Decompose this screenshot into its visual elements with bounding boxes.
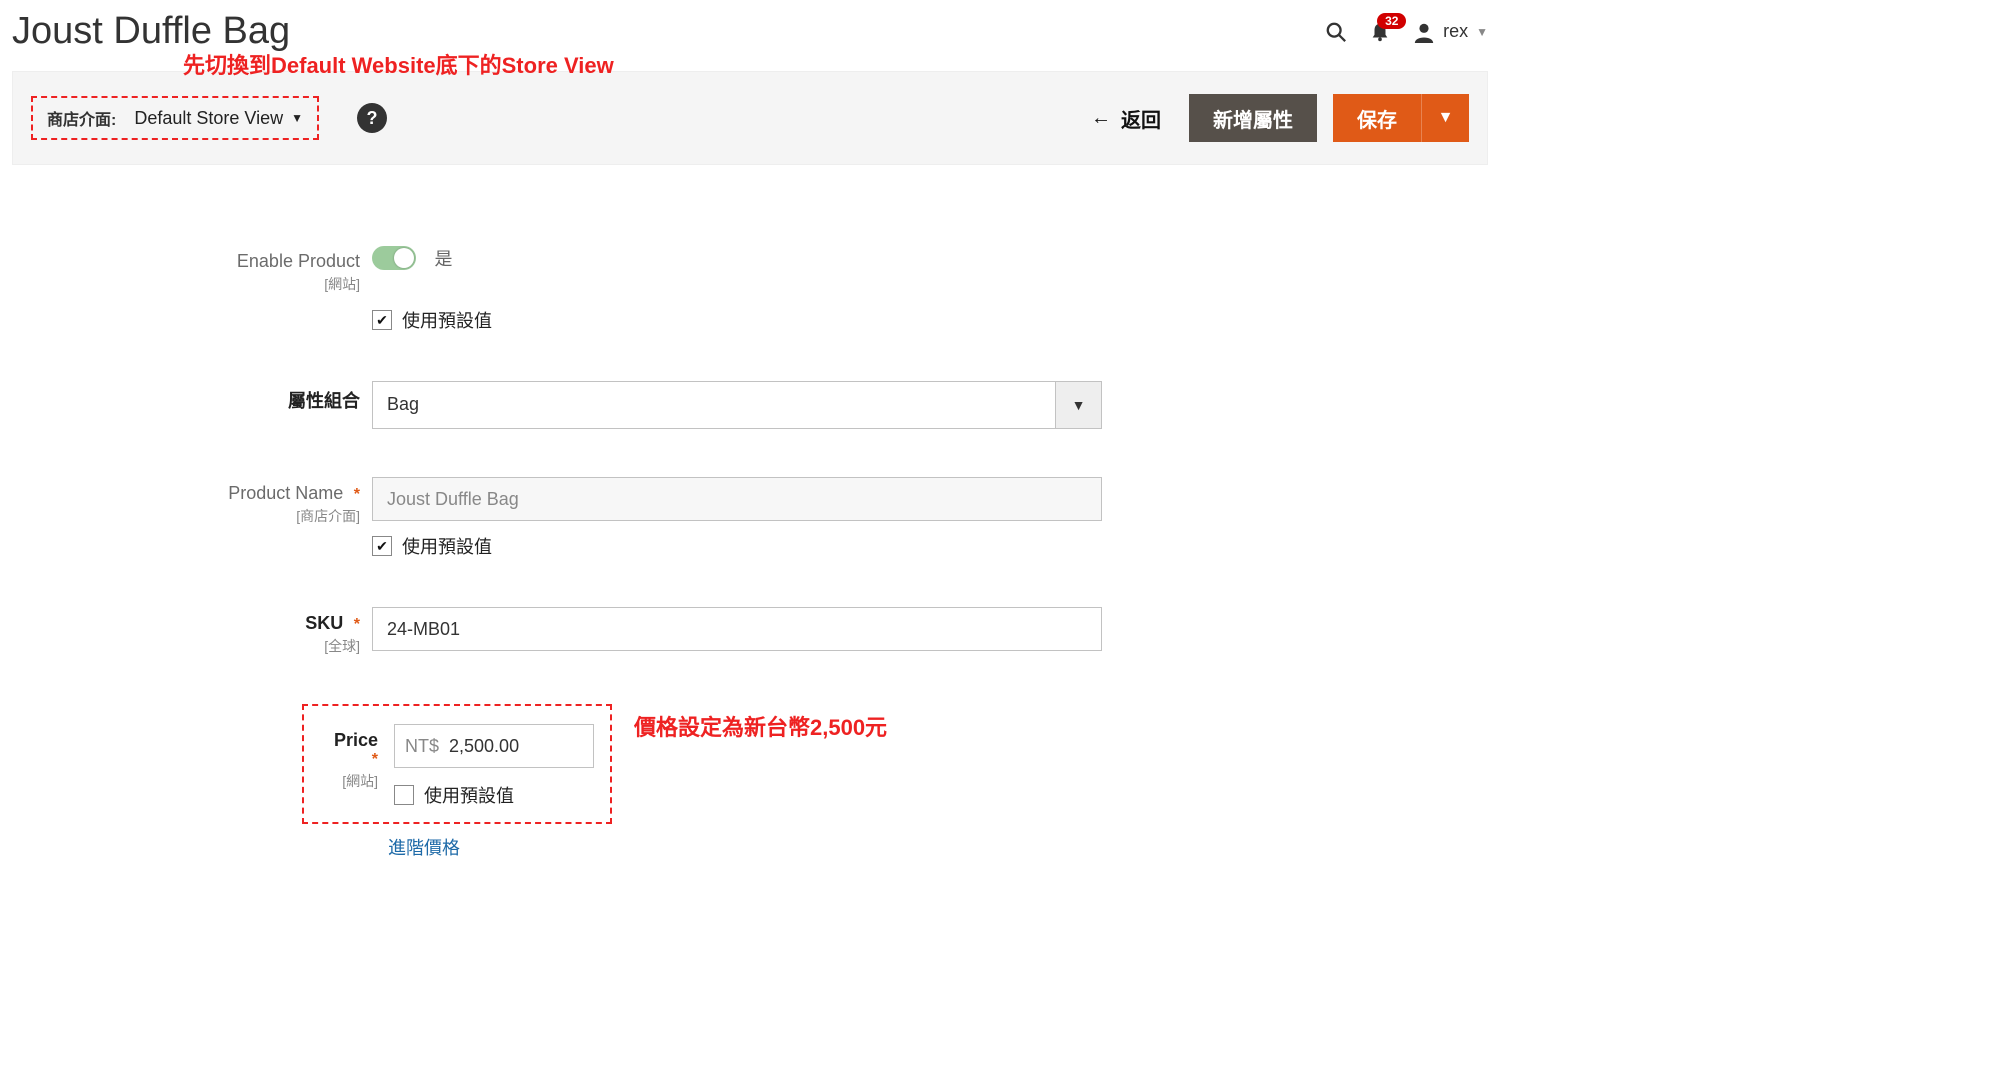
page-title: Joust Duffle Bag <box>12 10 290 53</box>
annotation-price: 價格設定為新台幣2,500元 <box>634 710 887 742</box>
help-icon[interactable]: ? <box>357 103 387 133</box>
product-name-field[interactable] <box>372 477 1102 521</box>
notifications-badge: 32 <box>1377 13 1406 29</box>
price-scope: [網站] <box>320 771 378 791</box>
price-field[interactable]: NT$ 2,500.00 <box>394 724 594 768</box>
product-name-scope: [商店介面] <box>12 506 360 526</box>
price-value: 2,500.00 <box>449 736 519 757</box>
enable-product-scope: [網站] <box>12 274 360 294</box>
price-use-default-label: 使用預設值 <box>424 782 514 808</box>
attribute-set-label: 屬性組合 <box>12 387 360 413</box>
attribute-set-select[interactable]: Bag ▼ <box>372 381 1102 429</box>
search-icon[interactable] <box>1325 21 1347 43</box>
enable-use-default-label: 使用預設值 <box>402 307 492 333</box>
store-scope-switcher[interactable]: 商店介面: Default Store View ▼ <box>31 96 319 140</box>
price-annotation-box: Price * [網站] NT$ 2,500.00 <box>302 704 612 824</box>
sku-scope: [全球] <box>12 636 360 656</box>
chevron-down-icon: ▼ <box>1055 382 1101 428</box>
chevron-down-icon: ▼ <box>1438 109 1454 127</box>
product-name-label: Product Name <box>228 483 343 503</box>
enable-product-label: Enable Product <box>12 251 360 272</box>
user-menu[interactable]: rex ▼ <box>1413 21 1488 43</box>
arrow-left-icon: ← <box>1091 107 1111 130</box>
back-link[interactable]: ← 返回 <box>1091 104 1161 133</box>
back-label: 返回 <box>1121 104 1161 133</box>
user-icon <box>1413 21 1435 43</box>
save-button[interactable]: 保存 <box>1333 94 1421 142</box>
enable-product-value: 是 <box>434 249 452 269</box>
user-name: rex <box>1443 21 1468 42</box>
price-use-default-checkbox[interactable] <box>394 785 414 805</box>
price-currency: NT$ <box>405 736 439 757</box>
scope-label: 商店介面: <box>47 106 116 130</box>
notifications-icon[interactable]: 32 <box>1369 21 1391 43</box>
required-star: * <box>354 486 360 503</box>
enable-product-toggle[interactable] <box>372 246 416 270</box>
chevron-down-icon: ▼ <box>291 111 303 125</box>
scope-value: Default Store View <box>134 108 283 129</box>
annotation-scope: 先切換到Default Website底下的Store View <box>183 48 614 80</box>
enable-use-default-checkbox[interactable] <box>372 310 392 330</box>
add-attribute-button[interactable]: 新增屬性 <box>1189 94 1317 142</box>
required-star: * <box>372 751 378 768</box>
actions-toolbar: 先切換到Default Website底下的Store View 商店介面: D… <box>12 71 1488 165</box>
attribute-set-value: Bag <box>373 382 1055 428</box>
product-name-use-default-checkbox[interactable] <box>372 536 392 556</box>
save-options-button[interactable]: ▼ <box>1421 94 1469 142</box>
product-name-use-default-label: 使用預設值 <box>402 533 492 559</box>
sku-label: SKU <box>305 613 343 633</box>
chevron-down-icon: ▼ <box>1476 25 1488 39</box>
advanced-price-link[interactable]: 進階價格 <box>388 834 612 860</box>
required-star: * <box>354 616 360 633</box>
sku-field[interactable] <box>372 607 1102 651</box>
price-label: Price <box>334 730 378 750</box>
